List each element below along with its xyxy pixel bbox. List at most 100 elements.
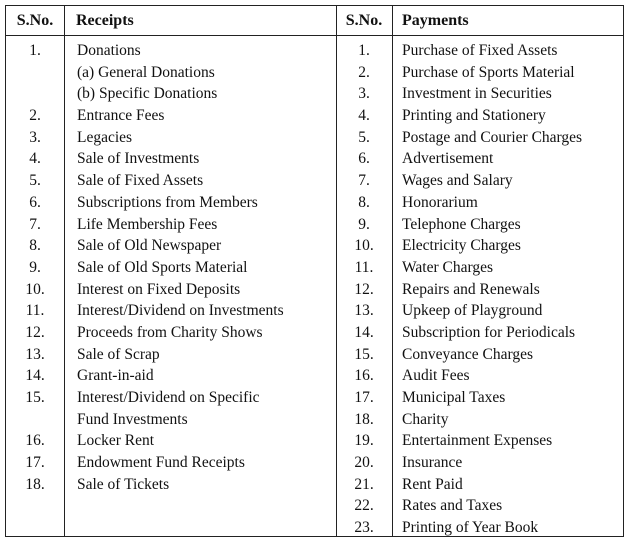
- receipt-sno: 11.: [25, 302, 45, 320]
- payment-sno: 4.: [358, 107, 370, 125]
- payment-sno: 15.: [354, 345, 374, 363]
- receipt-item: Sale of Fixed Assets: [77, 172, 204, 190]
- payment-sno: 14.: [354, 323, 374, 341]
- payment-item: Purchase of Fixed Assets: [402, 42, 558, 59]
- receipt-item: Sale of Old Newspaper: [77, 237, 222, 255]
- payment-item: Conveyance Charges: [402, 345, 533, 363]
- receipt-sno: 10.: [25, 280, 45, 298]
- receipt-item: (b) Specific Donations: [77, 85, 218, 103]
- payment-sno: 18.: [354, 410, 374, 428]
- header-payments-sno: S.No.: [345, 12, 383, 29]
- receipt-item: Interest/Dividend on Investments: [77, 302, 284, 320]
- receipt-sno: 9.: [29, 258, 41, 276]
- payment-sno: 20.: [354, 454, 374, 472]
- receipt-sno: [6, 409, 64, 431]
- payment-sno: 17.: [354, 389, 374, 406]
- receipt-sno: 18.: [25, 475, 45, 493]
- payment-sno: 5.: [358, 128, 370, 146]
- receipt-item: Interest on Fixed Deposits: [77, 280, 241, 298]
- payment-item: Electricity Charges: [402, 237, 521, 255]
- payment-item: Printing of Year Book: [402, 519, 539, 537]
- payment-sno: 6.: [358, 150, 370, 168]
- receipt-item: Locker Rent: [77, 432, 155, 450]
- receipt-item: Legacies: [77, 128, 133, 146]
- receipt-item: Life Membership Fees: [77, 215, 218, 233]
- payment-sno: 12.: [354, 280, 374, 298]
- payment-sno: 1.: [358, 42, 370, 59]
- receipt-sno: 14.: [25, 367, 45, 385]
- payment-sno: 22.: [354, 497, 374, 515]
- payments-sno-column: 1. 2. 3. 4. 5. 6. 7. 8. 9. 10. 11. 12. 13. 14. 15. 16. 1…: [336, 40, 392, 539]
- header-receipts: Receipts: [76, 12, 134, 29]
- payment-sno: 13.: [354, 302, 374, 320]
- receipt-item: Proceeds from Charity Shows: [77, 323, 263, 341]
- payment-item: Investment in Securities: [402, 85, 552, 103]
- payment-item: Subscription for Periodicals: [402, 323, 576, 341]
- payment-item: Printing and Stationery: [402, 107, 546, 125]
- payment-sno: 2.: [358, 63, 370, 81]
- receipt-item: Sale of Old Sports Material: [77, 258, 248, 276]
- receipt-sno: 12.: [25, 323, 45, 341]
- payment-item: Advertisement: [402, 150, 494, 168]
- receipt-sno: 3.: [29, 128, 41, 146]
- payment-item: Audit Fees: [402, 367, 470, 385]
- payment-sno: 7.: [358, 172, 370, 190]
- receipt-sno: [6, 83, 64, 105]
- receipt-item: Fund Investments: [77, 410, 188, 428]
- receipt-sno: 6.: [29, 193, 41, 211]
- receipt-sno: 15.: [25, 389, 45, 406]
- column-divider: [392, 6, 393, 536]
- receipts-column: Donations (a) General Donations (b) Specif…: [77, 40, 335, 495]
- receipt-sno: 2.: [29, 107, 41, 125]
- header-payments: Payments: [402, 12, 469, 29]
- payment-item: Postage and Courier Charges: [402, 128, 583, 146]
- payment-item: Municipal Taxes: [402, 389, 506, 406]
- receipt-item: Subscriptions from Members: [77, 193, 258, 211]
- header-divider: [6, 35, 623, 36]
- payment-item: Telephone Charges: [402, 215, 521, 233]
- payment-sno: 16.: [354, 367, 374, 385]
- receipt-sno: 7.: [29, 215, 41, 233]
- receipt-item: Sale of Tickets: [77, 475, 170, 493]
- receipt-item: Donations: [77, 42, 141, 59]
- payment-item: Honorarium: [402, 193, 478, 211]
- payment-sno: 8.: [358, 193, 370, 211]
- receipt-sno: 8.: [29, 237, 41, 255]
- receipt-item: (a) General Donations: [77, 63, 215, 81]
- payments-column: Purchase of Fixed Assets Purchase of Spor…: [402, 40, 624, 539]
- payment-item: Rates and Taxes: [402, 497, 503, 515]
- payment-item: Wages and Salary: [402, 172, 513, 190]
- payment-item: Insurance: [402, 454, 463, 472]
- payment-sno: 10.: [354, 237, 374, 255]
- payment-item: Purchase of Sports Material: [402, 63, 575, 81]
- payment-item: Charity: [402, 410, 449, 428]
- receipt-sno: 16.: [25, 432, 45, 450]
- payment-item: Entertainment Expenses: [402, 432, 553, 450]
- receipt-sno: 4.: [29, 150, 41, 168]
- receipt-sno: 1.: [29, 42, 41, 59]
- receipt-sno: 13.: [25, 345, 45, 363]
- receipt-item: Sale of Scrap: [77, 345, 160, 363]
- receipts-sno-column: 1. 2. 3. 4. 5. 6. 7. 8. 9. 10. 11. 12. 13. 14. 15. 16. 1…: [6, 40, 64, 495]
- header-receipts-sno: S.No.: [16, 12, 54, 29]
- payment-sno: 3.: [358, 85, 370, 103]
- payment-item: Rent Paid: [402, 475, 463, 493]
- payment-item: Water Charges: [402, 258, 494, 276]
- receipts-payments-table: S.No. Receipts S.No. Payments 1. 2. 3. 4. 5.…: [5, 5, 624, 537]
- receipt-sno: 17.: [25, 454, 45, 472]
- receipt-item: Sale of Investments: [77, 150, 200, 168]
- receipt-sno: [6, 62, 64, 84]
- payment-sno: 9.: [358, 215, 370, 233]
- receipt-sno: 5.: [29, 172, 41, 190]
- receipt-item: Interest/Dividend on Specific: [77, 389, 260, 406]
- column-divider: [64, 6, 65, 536]
- payment-sno: 23.: [354, 519, 374, 537]
- payment-sno: 19.: [354, 432, 374, 450]
- receipt-item: Grant-in-aid: [77, 367, 154, 385]
- receipt-item: Entrance Fees: [77, 107, 165, 125]
- payment-item: Repairs and Renewals: [402, 280, 540, 298]
- payment-sno: 11.: [354, 258, 374, 276]
- receipt-item: Endowment Fund Receipts: [77, 454, 245, 472]
- payment-item: Upkeep of Playground: [402, 302, 543, 320]
- payment-sno: 21.: [354, 475, 374, 493]
